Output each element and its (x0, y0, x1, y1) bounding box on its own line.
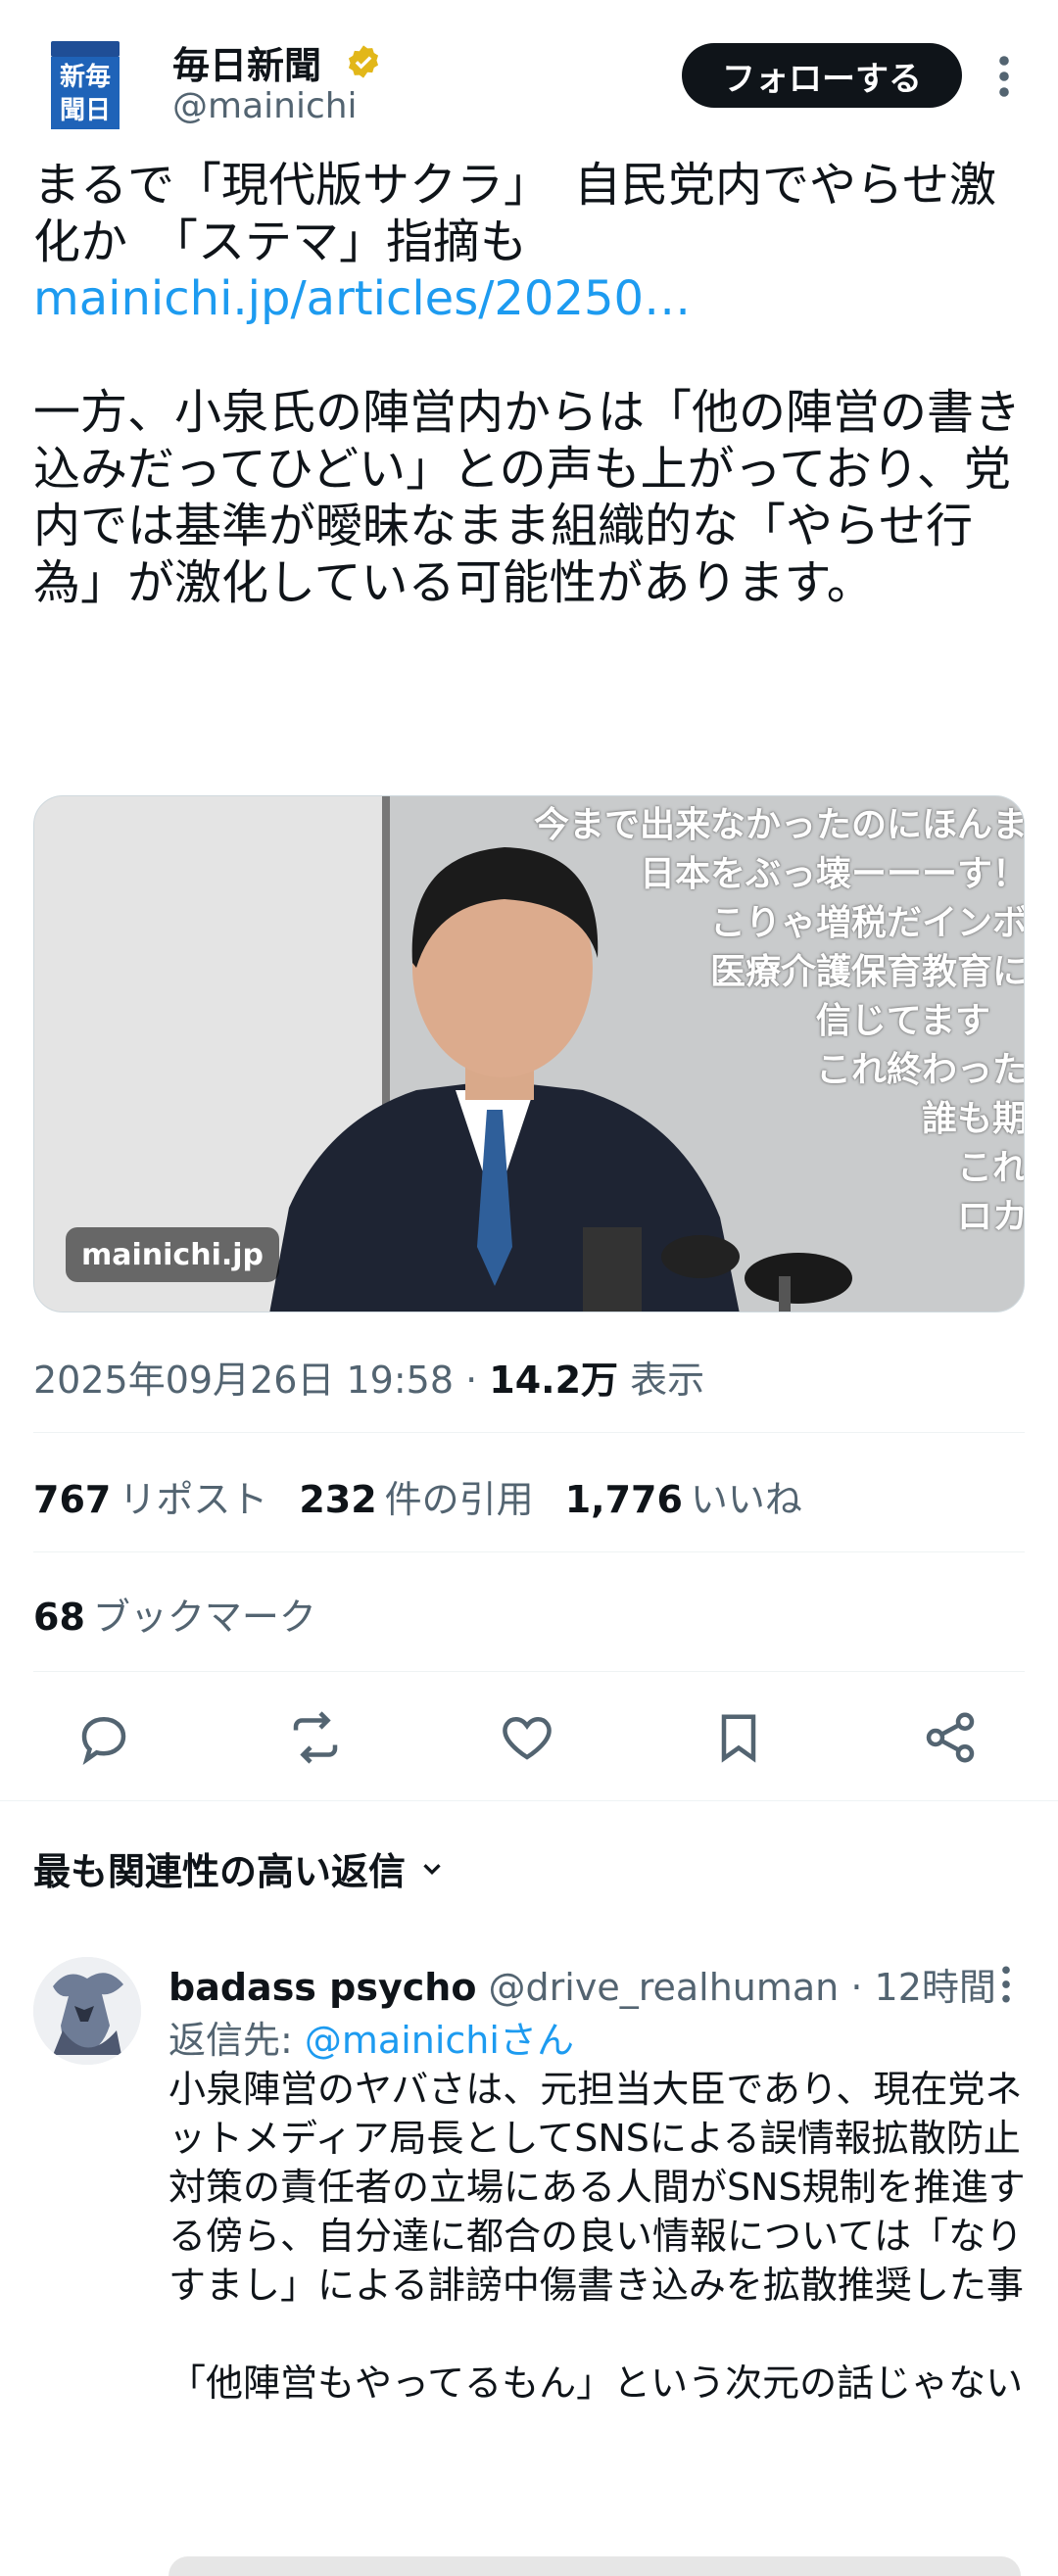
tweet-link[interactable]: mainichi.jp/articles/20250… (33, 270, 1023, 327)
views-count: 14.2万 (489, 1359, 619, 1402)
action-bar (0, 1694, 1058, 1802)
bookmark-icon[interactable] (709, 1708, 768, 1767)
reply-author-avatar[interactable] (33, 1957, 141, 2065)
tweet-headline: まるで「現代版サクラ」 自民党内でやらせ激化か 「ステマ」指摘も (33, 158, 997, 269)
reposts-count: 767 (33, 1478, 112, 1521)
engagement-stats: 767 リポスト 232 件の引用 1,776 いいね (33, 1469, 802, 1523)
reply-time[interactable]: 12時間 (875, 1966, 996, 2009)
avatar-illustration (33, 1957, 141, 2065)
divider (33, 1432, 1025, 1433)
replies-heading-label: 最も関連性の高い返信 (33, 1850, 407, 1893)
bookmarks-label: ブックマーク (92, 1596, 316, 1639)
chevron-down-icon (423, 1863, 441, 1875)
timestamp-row: 2025年09月26日 19:58 · 14.2万 表示 (33, 1359, 705, 1402)
reply-author-name[interactable]: badass psycho (168, 1966, 476, 2009)
reply-media-preview[interactable] (168, 2556, 1021, 2576)
author-handle[interactable]: @mainichi (172, 86, 358, 126)
timestamp[interactable]: 2025年09月26日 19:58 (33, 1359, 454, 1402)
reply-header: badass psycho @drive_realhuman · 12時間 (168, 1966, 996, 2009)
reply-to-mention[interactable]: @mainichiさん (305, 2019, 574, 2062)
reply-paragraph-2: 「他陣営もやってるもん」という次元の話じゃない (168, 2361, 1024, 2405)
overlay-comment: 信じてます (815, 1001, 990, 1041)
tweet-body: 一方、小泉氏の陣営内からは「他の陣営の書き込みだってひどい」との声も上がっており… (33, 385, 1022, 610)
overlay-comment: こりゃ増税だインボ (709, 903, 1025, 943)
overlay-comment: ロカ (956, 1197, 1025, 1237)
reposts-label: リポスト (119, 1478, 268, 1521)
overlay-comment: 医療介護保育教育に (709, 952, 1025, 992)
likes-stat[interactable]: 1,776 いいね (565, 1469, 802, 1523)
reply-text: 小泉陣営のヤバさは、元担当大臣であり、現在党ネットメディア局長としてSNSによる… (168, 2065, 1031, 2408)
divider (33, 1671, 1025, 1672)
reposts-stat[interactable]: 767 リポスト (33, 1469, 267, 1523)
overlay-comment: 誰も期 (921, 1099, 1025, 1139)
quotes-label: 件の引用 (384, 1478, 534, 1521)
like-heart-icon[interactable] (498, 1708, 556, 1767)
author-name[interactable]: 毎日新聞 (172, 35, 321, 89)
more-options-icon[interactable] (989, 53, 1019, 100)
repost-icon[interactable] (286, 1708, 345, 1767)
replies-sort-dropdown[interactable]: 最も関連性の高い返信 (33, 1841, 447, 1895)
divider (33, 1551, 1025, 1552)
quotes-stat[interactable]: 232 件の引用 (299, 1469, 533, 1523)
overlay-comment: 今まで出来なかったのにほんま (533, 805, 1025, 845)
overlay-comment: 日本をぶっ壊ーーーす！ (639, 854, 1025, 894)
reply-author-handle[interactable]: @drive_realhuman (489, 1966, 840, 2009)
reply-icon[interactable] (74, 1708, 133, 1767)
likes-count: 1,776 (564, 1478, 683, 1521)
overlay-comment: これ終わった (815, 1050, 1025, 1090)
overlay-comment: これ (956, 1148, 1025, 1188)
reply-more-options-icon[interactable] (991, 1963, 1021, 2006)
logo-text-top: 新毎 (59, 63, 111, 92)
reply-to-line: 返信先: @mainichiさん (168, 2010, 574, 2064)
tweet-text: まるで「現代版サクラ」 自民党内でやらせ激化か 「ステマ」指摘も mainich… (33, 157, 1023, 611)
share-icon[interactable] (921, 1708, 980, 1767)
views-label: 表示 (630, 1359, 705, 1402)
verified-badge-icon (348, 45, 379, 78)
quotes-count: 232 (299, 1478, 377, 1521)
author-avatar[interactable]: 新毎 聞日 (51, 41, 120, 129)
likes-label: いいね (690, 1478, 802, 1521)
reply-to-label: 返信先: (168, 2019, 293, 2062)
tweet-header: 新毎 聞日 毎日新聞 @mainichi フォローする (0, 0, 1058, 147)
bookmarks-count: 68 (33, 1596, 85, 1639)
bookmarks-stat[interactable]: 68 ブックマーク (33, 1587, 316, 1641)
tweet-media-video[interactable]: 今まで出来なかったのにほんま 日本をぶっ壊ーーーす！ こりゃ増税だインボ 医療介… (33, 795, 1025, 1312)
media-source-badge: mainichi.jp (66, 1227, 280, 1282)
logo-text-bottom: 聞日 (59, 96, 111, 125)
follow-button[interactable]: フォローする (682, 43, 962, 108)
reply-paragraph-1: 小泉陣営のヤバさは、元担当大臣であり、現在党ネットメディア局長としてSNSによる… (168, 2068, 1026, 2307)
divider (0, 1800, 1058, 1801)
